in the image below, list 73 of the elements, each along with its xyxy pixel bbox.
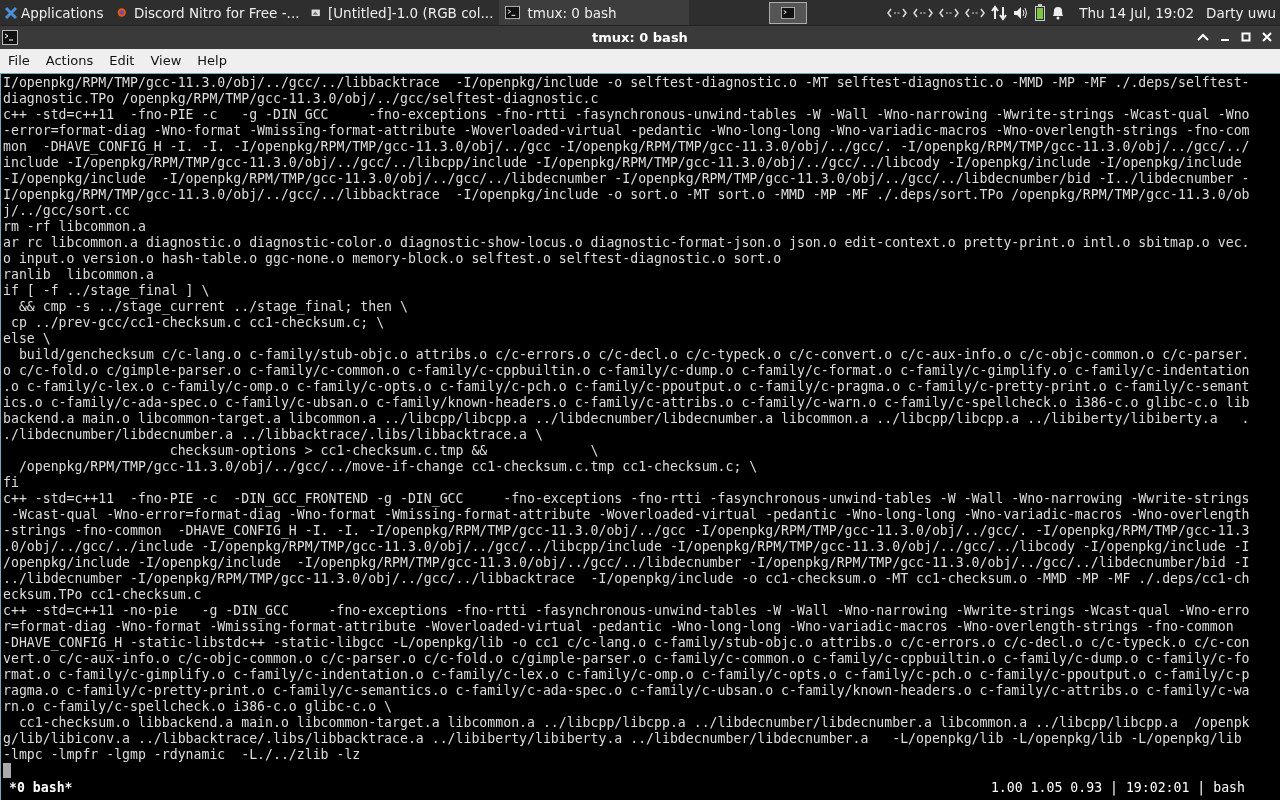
network-icon[interactable]: [965, 7, 986, 18]
maximize-icon[interactable]: [1241, 32, 1251, 43]
terminal-line: c++ -std=c++11 -no-pie -g -DIN_GCC -fno-exceptions -fno-rtti -fasynchronous-unwind-tables -W -Wall -Wno-narrowing -Wwrite-strings -Wcast-qual -Wno-erro: [3, 603, 1251, 619]
terminal-line: include -I/openpkg/RPM/TMP/gcc-11.3.0/obj/../gcc/../libcpp/include -I/openpkg/RPM/TMP/gcc-11.3.0/obj/../gcc/../libcody -I/openpkg/include -I/openpkg/include: [3, 155, 1243, 171]
terminal-line: c++ -std=c++11 -fno-PIE -c -DIN_GCC_FRONTEND -g -DIN_GCC -fno-exceptions -fno-rtti -fasynchronous-unwind-tables -W -Wall -Wno-narrowing -Wwrite-strings: [3, 491, 1251, 507]
menu-item[interactable]: Help: [189, 51, 235, 71]
terminal-line: c++ -std=c++11 -fno-PIE -c -g -DIN_GCC -fno-exceptions -fno-rtti -fasynchronous-unwind-tables -W -Wall -Wno-narrowing -Wwrite-strings -Wcast-qual -Wno: [3, 107, 1251, 123]
taskbar-item[interactable]: Discord Nitro for Free -...: [111, 0, 306, 25]
terminal-icon: [2, 29, 18, 45]
terminal-line: -error=format-diag -Wno-format -Wmissing-format-attribute -Woverloaded-virtual -pedantic -Wno-long-long -Wno-variadic-macros -Wno-overlength-strings -fno-com: [3, 123, 1251, 139]
terminal-line: cc1-checksum.o libbackend.a main.o libcommon-target.a libcommon.a ../libcpp/libcpp.a ../libdecnumber/libdecnumber.a libcommon.a ../libcpp/libcpp.a /openpk: [17, 715, 1251, 731]
terminal-line: rn.o c-family/c-spellcheck.o i386-c.o glibc-c.o \: [3, 699, 394, 715]
terminal-line: rmat.o c-family/c-gimplify.o c-family/c-indentation.o c-family/c-lex.o c-family/c-omp.o c-family/c-opts.o c-family/c-pch.o c-family/c-ppoutput.o c-family/c-p: [3, 667, 1251, 683]
terminal-line: diagnostic.TPo /openpkg/RPM/TMP/gcc-11.3.0/obj/../gcc/selftest-diagnostic.c: [3, 91, 600, 107]
terminal-line: rm -rf libcommon.a: [3, 219, 147, 235]
terminal-line: vert.o c/c-aux-info.o c/c-objc-common.o c/c-parser.o c/c-fold.o c/gimple-parser.o c-family/c-common.o c-family/c-cppbuiltin.o c-family/c-dump.o c-family/c-fo: [3, 651, 1251, 667]
window-title: tmux: 0 bash: [592, 29, 688, 45]
terminal-line: ./libdecnumber/libdecnumber.a ../libbacktrace/.libs/libbacktrace.a \: [3, 427, 544, 443]
tmux-window-tab[interactable]: *0 bash*: [9, 780, 73, 795]
terminal-line: fi: [3, 475, 20, 491]
terminal-line: -strings -fno-common -DHAVE_CONFIG_H -I. -I. -I/openpkg/RPM/TMP/gcc-11.3.0/obj/../gcc -I/openpkg/RPM/TMP/gcc-11.3.0/obj/../gcc/. -I/openpkg/RPM/TMP/gcc-11.3: [3, 523, 1251, 539]
taskbar-item[interactable]: tmux: 0 bash: [499, 0, 690, 25]
terminal-line: .o c-family/c-lex.o c-family/c-omp.o c-family/c-opts.o c-family/c-pch.o c-family/c-ppoutput.o c-family/c-pragma.o c-family/c-pretty-print.o c-family/c-semant: [3, 379, 1251, 395]
user-name[interactable]: Darty uwu: [1206, 4, 1276, 21]
terminal-line: j/../gcc/sort.cc: [3, 203, 132, 219]
terminal-line: mon -DHAVE_CONFIG_H -I. -I. -I/openpkg/RPM/TMP/gcc-11.3.0/obj/../gcc -I/openpkg/RPM/TMP/gcc-11.3.0/obj/../gcc/. -I/openpkg/RPM/TMP/gcc-11.3.0/obj/../gcc/../: [3, 139, 1251, 155]
text-cursor: [3, 763, 11, 778]
clock[interactable]: Thu 14 Jul, 19:02: [1079, 4, 1195, 21]
terminal-line: o c/c-fold.o c/gimple-parser.o c-family/c-common.o c-family/c-cppbuiltin.o c-family/c-dump.o c-family/c-format.o c-family/c-gimplify.o c-family/c-indentation: [3, 363, 1251, 379]
terminal-line: ragma.o c-family/c-pretty-print.o c-family/c-semantics.o c-family/c-ada-spec.o c-family/c-ubsan.o c-family/known-headers.o c-family/c-attribs.o c-family/c-wa: [3, 683, 1251, 699]
terminal-line: build/genchecksum c/c-lang.o c-family/stub-objc.o attribs.o c/c-errors.o c/c-decl.o c/c-typeck.o c/c-convert.o c/c-aux-info.o c/c-objc-common.o c/c-parser.: [17, 347, 1251, 363]
terminal-line: ../libdecnumber -I/openpkg/RPM/TMP/gcc-11.3.0/obj/../gcc/../libbacktrace -I/openpkg/include -o cc1-checksum.o -MT cc1-checksum.o -MMD -MP -MF ./.deps/cc1-ch: [3, 571, 1251, 587]
terminal-line: g/lib/libiconv.a ../libbacktrace/.libs/libbacktrace.a ../libiberty/libiberty.a ../libdecnumber/libdecnumber.a -L/openpkg/lib -L/openpkg/lib -L/openpkg/lib: [3, 731, 1243, 747]
terminal-line: && cmp -s ../stage_current ../stage_final; then \: [17, 299, 409, 315]
network-icon[interactable]: [887, 7, 908, 18]
terminal-line: ecksum.TPo cc1-checksum.c: [3, 587, 203, 603]
menu-item[interactable]: Edit: [101, 51, 143, 71]
terminal-line: ranlib libcommon.a: [3, 267, 155, 283]
terminal-line: /openpkg/include -I/openpkg/include -I/openpkg/RPM/TMP/gcc-11.3.0/obj/../gcc/../libdecnumber -I/openpkg/RPM/TMP/gcc-11.3.0/obj/../gcc/../libdecnumber/bid -I: [3, 555, 1251, 571]
terminal-line: -Wcast-qual -Wno-error=format-diag -Wno-format -Wmissing-format-attribute -Woverloaded-virtual -pedantic -Wno-long-long -Wno-variadic-macros -Wno-overlength: [9, 507, 1251, 523]
terminal-line: o input.o version.o hash-table.o ggc-none.o memory-block.o selftest.o selftest-diagnostic.o sort.o: [3, 251, 783, 267]
terminal-line: checksum-options > cc1-checksum.c.tmp && \: [168, 443, 600, 459]
network-icon[interactable]: [939, 7, 960, 18]
terminal-line: if [ -f ../stage_final ] \: [3, 283, 211, 299]
terminal-line: .0/obj/../gcc/../include -I/openpkg/RPM/TMP/gcc-11.3.0/obj/../gcc/../libcpp/include -I/openpkg/RPM/TMP/gcc-11.3.0/obj/../gcc/../libcody -I/openpkg/include -I: [3, 539, 1251, 555]
battery-icon[interactable]: [1035, 4, 1046, 21]
shade-icon[interactable]: [1197, 32, 1209, 43]
terminal-line: -DHAVE_CONFIG_H -static-libstdc++ -static-libgcc -L/openpkg/lib -o cc1 c/c-lang.o c-family/stub-objc.o attribs.o c/c-errors.o c/c-decl.o c/c-typeck.o c/c-con: [3, 635, 1251, 651]
bell-icon[interactable]: [1051, 5, 1066, 20]
terminal-line: ics.o c-family/c-ada-spec.o c-family/c-ubsan.o c-family/known-headers.o c-family/c-attribs.o c-family/c-warn.o c-family/c-spellcheck.o i386-c.o glibc-c.o lib: [3, 395, 1251, 411]
cross-logo-icon: [4, 5, 18, 20]
terminal-line: r=format-diag -Wno-format -Wmissing-format-attribute -Woverloaded-virtual -pedantic -Wno-long-long -Wno-variadic-macros -Wno-overlength-strings -fno-common: [3, 619, 1235, 635]
terminal-line: I/openpkg/RPM/TMP/gcc-11.3.0/obj/../gcc/../libbacktrace -I/openpkg/include -o selftest-diagnostic.o -MT selftest-diagnostic.o -MMD -MP -MF ./.deps/selftest-: [3, 75, 1251, 91]
menu-item[interactable]: File: [0, 51, 38, 71]
menu-item[interactable]: View: [142, 51, 190, 71]
terminal-line: -lmpc -lmpfr -lgmp -rdynamic -L./../zlib -lz: [3, 747, 362, 763]
network-icon[interactable]: [913, 7, 934, 18]
applications-menu[interactable]: Applications: [0, 0, 112, 25]
terminal-icon: [505, 5, 521, 20]
terminal-line: /openpkg/RPM/TMP/gcc-11.3.0/obj/../gcc/../move-if-change cc1-checksum.c.tmp cc1-checksum.c; \: [17, 459, 759, 475]
terminal-line: else \: [3, 331, 52, 347]
close-icon[interactable]: [1262, 32, 1272, 43]
terminal-line: ar rc libcommon.a diagnostic.o diagnostic-color.o diagnostic-show-locus.o diagnostic-format-json.o json.o edit-context.o pretty-print.o intl.o sbitmap.o vec.: [3, 235, 1251, 251]
taskbar-item[interactable]: [Untitled]-1.0 (RGB col...: [305, 0, 500, 25]
up-down-arrows-icon[interactable]: [991, 4, 1008, 21]
terminal-line: cp ../prev-gcc/cc1-checksum.c cc1-checksum.c; \: [9, 315, 386, 331]
terminal-line: -I/openpkg/include -I/openpkg/RPM/TMP/gcc-11.3.0/obj/../gcc/../libdecnumber -I/openpkg/RPM/TMP/gcc-11.3.0/obj/../gcc/../libdecnumber/bid -I../libdecnumber -: [3, 171, 1251, 187]
terminal-icon: [781, 6, 796, 19]
terminal-line: I/openpkg/RPM/TMP/gcc-11.3.0/obj/../gcc/../libbacktrace -I/openpkg/include -o sort.o -MT sort.o -MMD -MP -MF ./.deps/sort.TPo /openpkg/RPM/TMP/gcc-11.3.0/ob: [3, 187, 1251, 203]
menu-item[interactable]: Actions: [37, 51, 102, 71]
workspace-switcher[interactable]: [769, 1, 808, 24]
terminal-line: backend.a main.o libcommon-target.a libcommon.a ../libcpp/libcpp.a ../libdecnumber/libdecnumber.a libcommon.a ../libcpp/libcpp.a ../libiberty/libiberty.a .: [3, 411, 1251, 427]
tmux-status-info: 1.00 1.05 0.93 | 19:02:01 | bash: [990, 780, 1245, 795]
